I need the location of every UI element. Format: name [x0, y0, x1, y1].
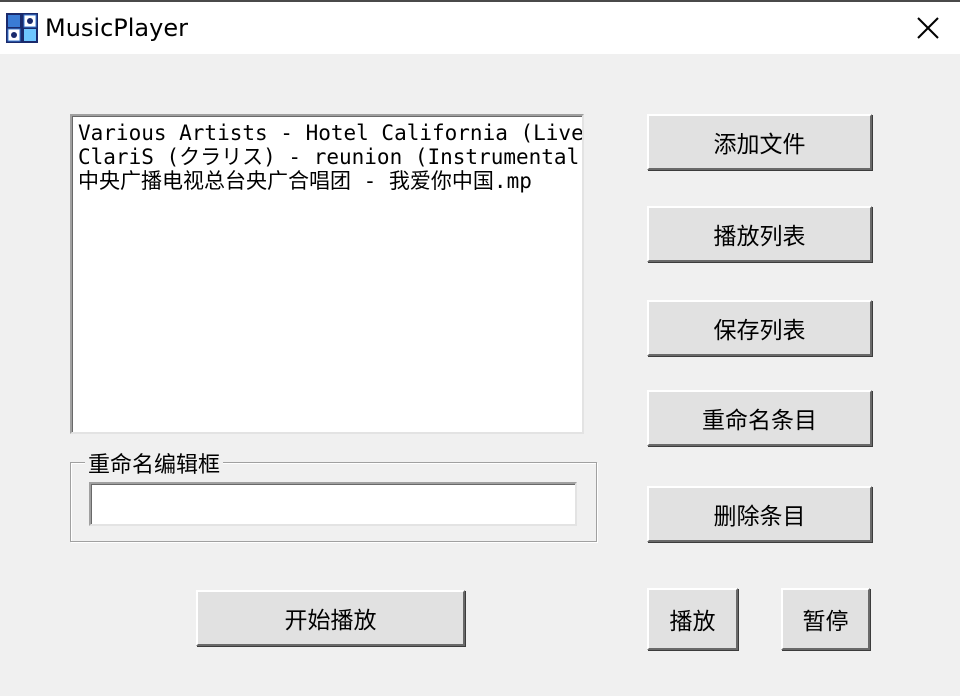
playlist-listbox[interactable]: Various Artists - Hotel California (Live…	[70, 114, 584, 434]
rename-groupbox: 重命名编辑框	[70, 447, 597, 542]
list-item[interactable]: Various Artists - Hotel California (Live…	[72, 121, 582, 145]
close-button[interactable]	[896, 2, 960, 54]
add-file-button[interactable]: 添加文件	[647, 114, 872, 170]
title-bar[interactable]: MusicPlayer	[0, 2, 960, 54]
start-play-button[interactable]: 开始播放	[196, 590, 465, 646]
window-title: MusicPlayer	[45, 14, 188, 42]
rename-item-button[interactable]: 重命名条目	[647, 390, 872, 446]
close-icon	[917, 17, 939, 39]
rename-input[interactable]	[89, 482, 577, 526]
list-item[interactable]: ClariS (クラリス) - reunion (Instrumental)	[72, 145, 582, 169]
delete-item-button[interactable]: 删除条目	[647, 486, 872, 542]
rename-groupbox-label: 重命名编辑框	[85, 447, 224, 479]
music-player-window: MusicPlayer Various Artists - Hotel Cali…	[0, 0, 960, 696]
play-button[interactable]: 播放	[647, 588, 738, 650]
list-item[interactable]: 中央广播电视总台央广合唱团 - 我爱你中国.mp	[72, 169, 582, 193]
save-list-button[interactable]: 保存列表	[647, 300, 872, 356]
pause-button[interactable]: 暂停	[781, 588, 870, 650]
play-list-button[interactable]: 播放列表	[647, 206, 872, 262]
music-player-app-icon	[6, 13, 38, 43]
